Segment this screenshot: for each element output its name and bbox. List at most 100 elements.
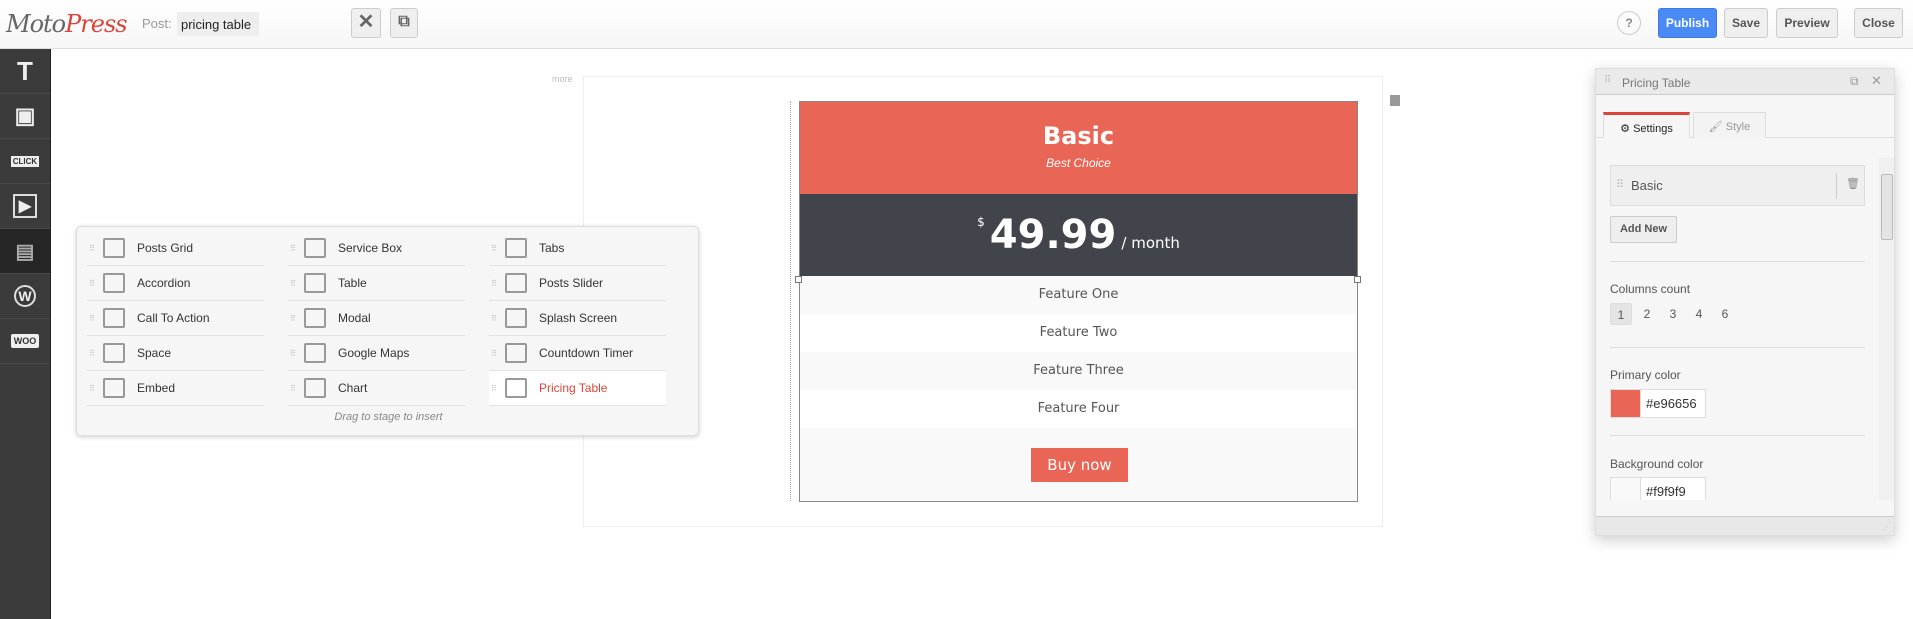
widget-icon [304, 273, 326, 293]
columns-option[interactable]: 3 [1662, 303, 1684, 325]
drag-grip-icon[interactable]: ⠿ [1604, 75, 1611, 86]
wordpress-icon[interactable]: W [0, 274, 50, 319]
widget-item[interactable]: ⠿ Modal [288, 301, 465, 336]
button-click-icon[interactable]: CLICK [0, 139, 50, 184]
close-x-icon[interactable]: ✕ [351, 8, 381, 38]
widget-icon [103, 273, 125, 293]
widget-item[interactable]: ⠿ Google Maps [288, 336, 465, 371]
widget-item[interactable]: ⠿ Table [288, 266, 465, 301]
grip-icon: ⠿ [491, 313, 497, 323]
grip-icon: ⠿ [290, 348, 296, 358]
widget-item[interactable]: ⠿ Accordion [87, 266, 264, 301]
scroll-thumb[interactable] [1881, 174, 1893, 240]
widget-item[interactable]: ⠿ Countdown Timer [489, 336, 666, 371]
save-button[interactable]: Save [1724, 8, 1768, 38]
background-color-input[interactable]: #f9f9f9 [1640, 477, 1706, 500]
grip-icon: ⠿ [491, 348, 497, 358]
panel-scrollbar[interactable] [1879, 158, 1894, 500]
top-toolbar: MotoPress Post: pricing table ✕ ⧉ ? Publ… [0, 0, 1913, 49]
grip-icon: ⠿ [89, 313, 95, 323]
image-icon[interactable]: ▣ [0, 94, 50, 139]
period: / month [1121, 234, 1180, 252]
widget-item[interactable]: ⠿ Service Box [288, 231, 465, 266]
buy-now-button[interactable]: Buy now [1031, 448, 1128, 482]
widget-item[interactable]: ⠿ Posts Slider [489, 266, 666, 301]
columns-option[interactable]: 1 [1610, 303, 1632, 325]
widget-item[interactable]: ⠿ Call To Action [87, 301, 264, 336]
pricing-price: $ 49.99 / month [800, 194, 1357, 276]
widget-item[interactable]: ⠿ Splash Screen [489, 301, 666, 336]
widget-icon [103, 308, 125, 328]
background-color-swatch[interactable] [1610, 477, 1641, 500]
add-new-button[interactable]: Add New [1610, 216, 1677, 243]
widget-item[interactable]: ⠿ Space [87, 336, 264, 371]
more-handle[interactable]: more [552, 74, 573, 84]
widget-item[interactable]: ⠿ Chart [288, 371, 465, 406]
feature-row: Feature One [800, 276, 1357, 314]
resize-handle-left[interactable] [795, 276, 802, 283]
widget-icon [304, 238, 326, 258]
widget-item[interactable]: ⠿ Embed [87, 371, 264, 406]
widget-icon [103, 378, 125, 398]
pricing-table[interactable]: Basic Best Choice $ 49.99 / month Featur… [795, 101, 1361, 502]
motopress-logo: MotoPress [6, 10, 128, 38]
widget-item[interactable]: ⠿ Posts Grid [87, 231, 264, 266]
panel-close-icon[interactable]: ✕ [1871, 73, 1882, 89]
brush-icon: 🖌 [1708, 121, 1726, 133]
settings-panel: Pricing Table ⠿ ⧉ ✕ ⚙ Settings 🖌 Style ⠿… [1595, 68, 1895, 536]
box-icon[interactable]: ▤ [0, 229, 50, 274]
primary-color-picker[interactable]: #e96656 [1610, 389, 1707, 418]
resize-grip-icon[interactable]: ⋰ [1882, 521, 1891, 532]
duplicate-icon[interactable]: ⧉ [390, 8, 418, 38]
widget-item[interactable]: ⠿ Pricing Table [489, 371, 666, 406]
detach-icon[interactable]: ⧉ [1850, 74, 1859, 89]
columns-option[interactable]: 2 [1636, 303, 1658, 325]
gear-icon: ⚙ [1620, 123, 1634, 135]
widget-icon [505, 273, 527, 293]
close-button[interactable]: Close [1854, 8, 1903, 38]
video-icon[interactable]: ▶ [0, 184, 50, 229]
tab-style[interactable]: 🖌 Style [1693, 112, 1766, 138]
widget-item[interactable]: ⠿ Tabs [489, 231, 666, 266]
grip-icon: ⠿ [89, 383, 95, 393]
widget-icon [304, 378, 326, 398]
grip-icon: ⠿ [89, 243, 95, 253]
widget-icon [505, 378, 527, 398]
feature-row: Feature Three [800, 352, 1357, 390]
widget-icon [103, 343, 125, 363]
grip-icon: ⠿ [290, 313, 296, 323]
columns-option[interactable]: 6 [1714, 303, 1736, 325]
widget-icon [304, 308, 326, 328]
price: 49.99 [989, 212, 1117, 258]
woo-icon[interactable]: WOO [0, 319, 50, 364]
background-color-picker[interactable]: #f9f9f9 [1610, 477, 1707, 500]
feature-row: Feature Four [800, 390, 1357, 428]
help-button[interactable]: ? [1617, 11, 1641, 35]
preview-button[interactable]: Preview [1776, 8, 1838, 38]
publish-button[interactable]: Publish [1658, 8, 1717, 38]
columns-option[interactable]: 4 [1688, 303, 1710, 325]
widget-icon [505, 343, 527, 363]
resize-handle-right[interactable] [1354, 276, 1361, 283]
list-item[interactable]: ⠿ Basic 🗑 [1610, 165, 1865, 206]
text-icon[interactable]: T [0, 49, 50, 94]
trash-icon[interactable]: 🗑 [1846, 177, 1860, 190]
drag-hint: Drag to stage to insert [334, 411, 443, 423]
item-label: Basic [1631, 178, 1663, 193]
tab-settings[interactable]: ⚙ Settings [1603, 112, 1690, 138]
column-guide [790, 101, 791, 501]
feature-row: Feature Two [800, 314, 1357, 352]
widget-column: ⠿ Posts Grid ⠿ Accordion ⠿ Call To Action ⠿ Spa… [87, 231, 264, 406]
grip-icon: ⠿ [491, 278, 497, 288]
primary-color-swatch[interactable] [1610, 389, 1641, 418]
currency: $ [977, 215, 985, 229]
plan-subtitle: Best Choice [1046, 156, 1111, 170]
widget-sidebar: T ▣ CLICK ▶ ▤ W WOO [0, 49, 51, 619]
primary-color-input[interactable]: #e96656 [1640, 389, 1706, 418]
widget-icon [304, 343, 326, 363]
widget-icon [103, 238, 125, 258]
post-title-field[interactable]: pricing table [177, 12, 259, 36]
row-handle[interactable] [1390, 95, 1400, 106]
widget-picker-popup: ⠿ Posts Grid ⠿ Accordion ⠿ Call To Action ⠿ Spa… [76, 226, 699, 436]
panel-footer [1596, 516, 1894, 535]
